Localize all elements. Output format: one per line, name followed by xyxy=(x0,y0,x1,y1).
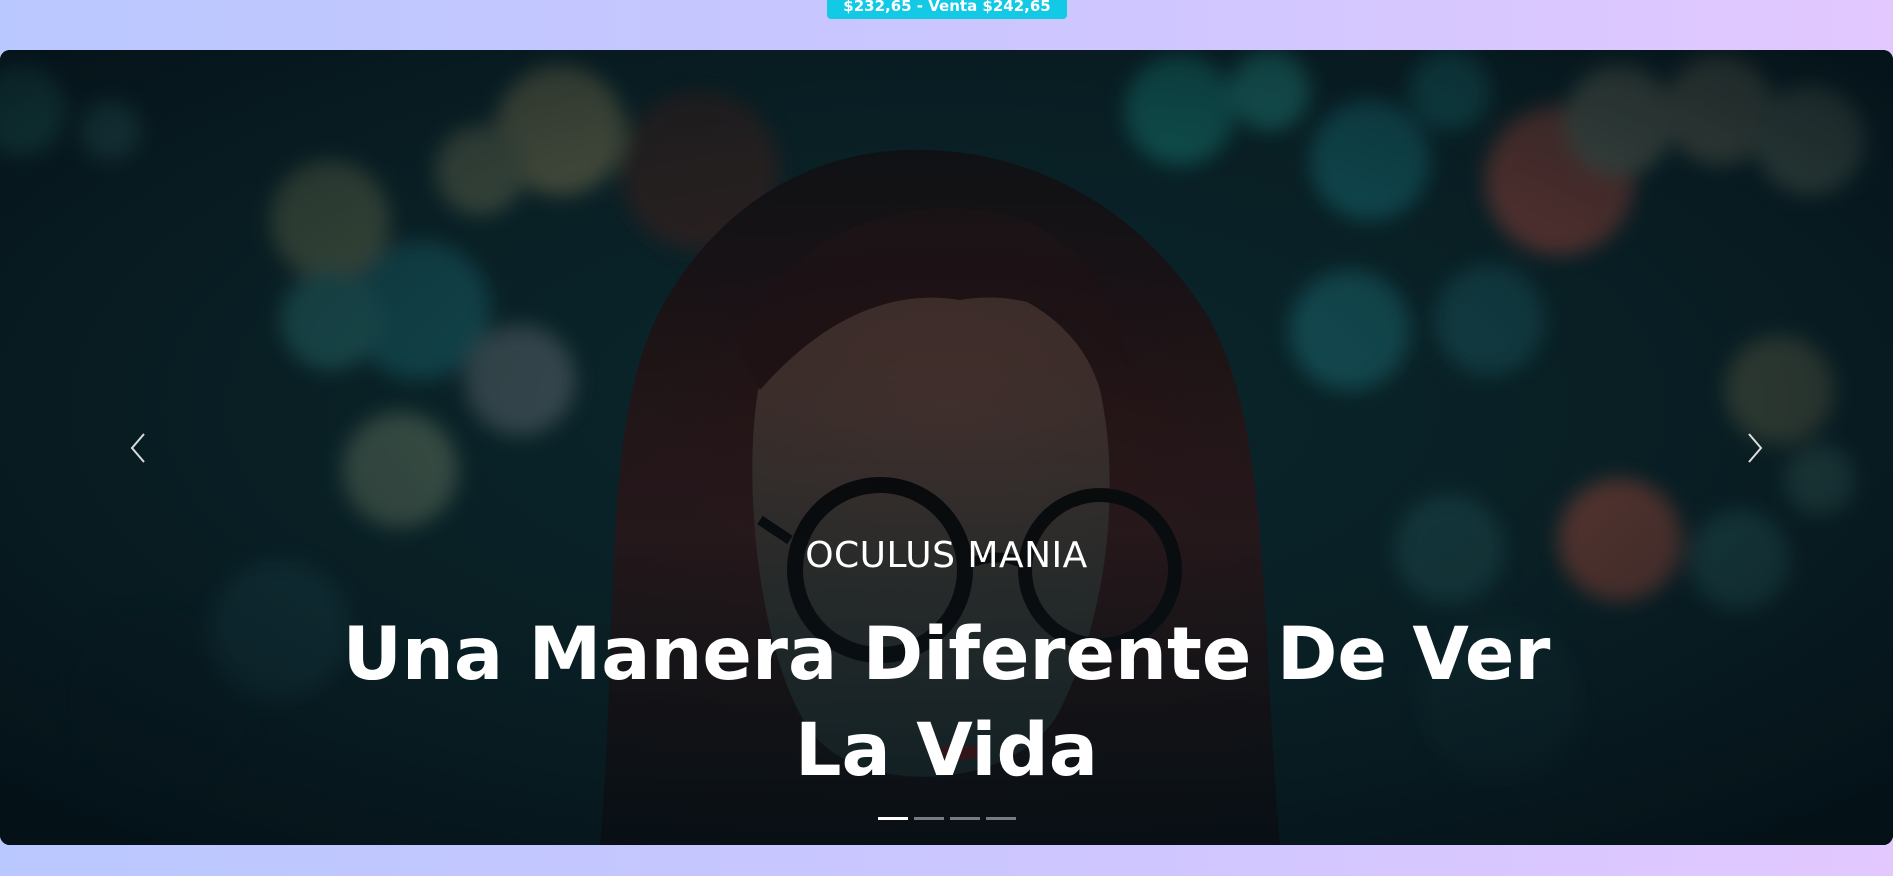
carousel-indicator-1[interactable] xyxy=(878,817,908,820)
chevron-left-icon xyxy=(130,433,145,463)
carousel-indicator-3[interactable] xyxy=(950,817,980,820)
carousel-indicator-4[interactable] xyxy=(986,817,1016,820)
hero-caption: OCULUS MANIA Una Manera Diferente De Ver… xyxy=(0,535,1893,799)
exchange-rate-badge: $232,65 - Venta $242,65 xyxy=(827,0,1067,19)
hero-headline: Una Manera Diferente De Ver La Vida xyxy=(342,612,1551,793)
carousel-next-button[interactable] xyxy=(1735,428,1775,468)
hero-carousel: OCULUS MANIA Una Manera Diferente De Ver… xyxy=(0,50,1893,845)
exchange-rate-text: $232,65 - Venta $242,65 xyxy=(843,0,1051,15)
carousel-prev-button[interactable] xyxy=(118,428,158,468)
carousel-indicator-2[interactable] xyxy=(914,817,944,820)
carousel-indicators xyxy=(878,817,1016,820)
hero-subtitle: OCULUS MANIA xyxy=(805,535,1088,576)
chevron-right-icon xyxy=(1748,433,1763,463)
